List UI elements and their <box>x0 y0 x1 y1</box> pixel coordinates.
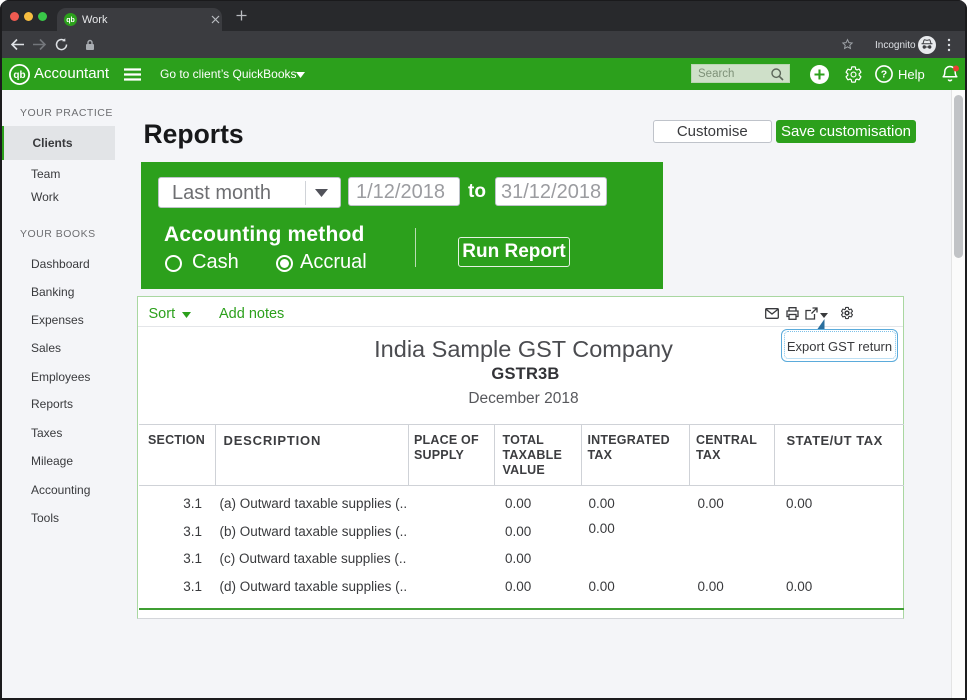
svg-text:qb: qb <box>66 17 75 24</box>
svg-text:qb: qb <box>13 70 25 81</box>
svg-text:?: ? <box>881 69 887 81</box>
